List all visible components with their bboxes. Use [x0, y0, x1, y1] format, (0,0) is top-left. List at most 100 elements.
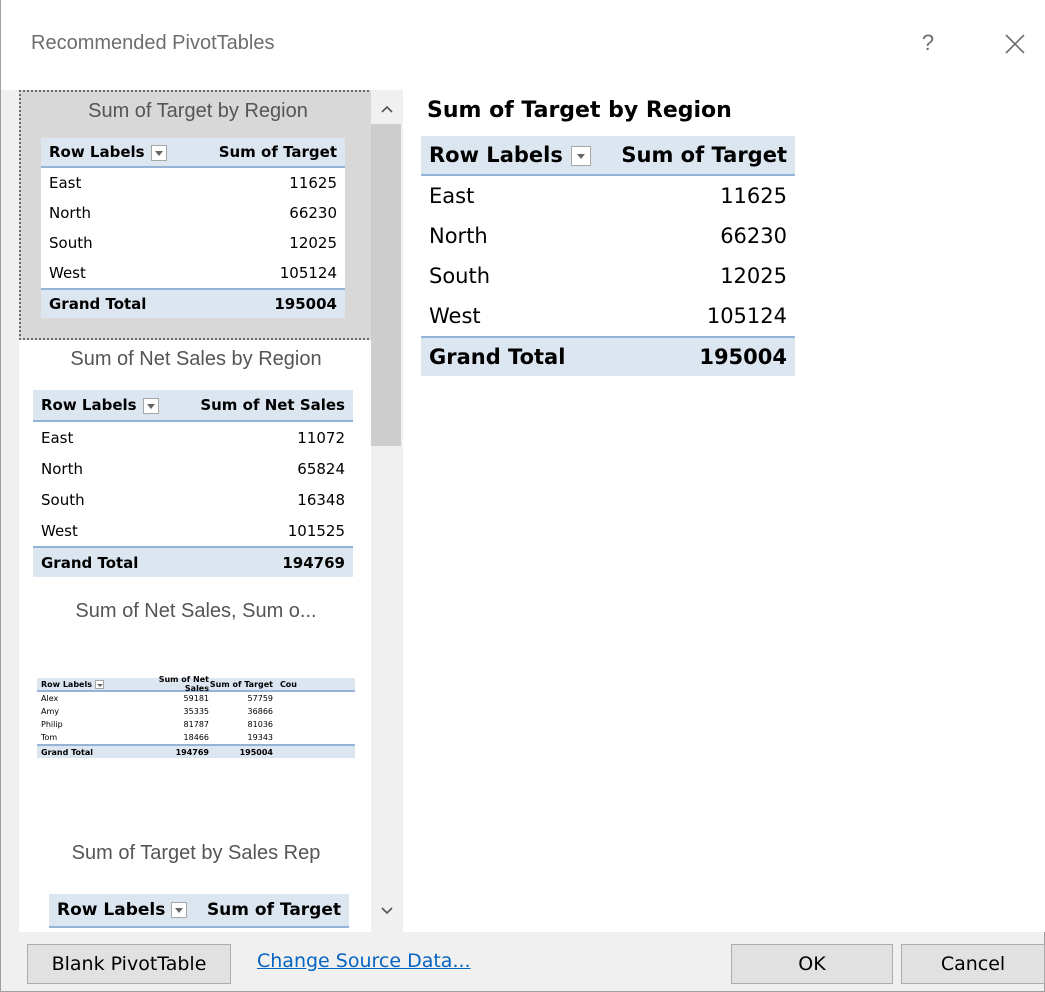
header-value: Cou	[279, 679, 297, 689]
header-row-labels: Row Labels	[57, 900, 166, 920]
table-row: North 66230	[421, 216, 795, 256]
total-label: Grand Total	[41, 553, 139, 572]
total-value: 195004	[274, 295, 337, 313]
table-row: Amy 35335 36866	[37, 705, 355, 718]
row-value: 18466	[183, 733, 209, 742]
recommendation-card-target-by-sales-rep[interactable]: Sum of Target by Sales Rep Row Labels Su…	[19, 834, 373, 932]
row-label: Amy	[41, 707, 59, 716]
card-title: Sum of Net Sales by Region	[70, 348, 322, 370]
card-preview-table: Row Labels Sum of Target	[49, 894, 349, 928]
row-label: South	[429, 264, 491, 288]
row-value: 19343	[247, 733, 273, 742]
row-value: 59181	[183, 694, 209, 703]
row-value: 11625	[720, 184, 787, 208]
row-value: 81036	[247, 720, 273, 729]
table-row: Tom 18466 19343	[37, 731, 355, 744]
row-label: North	[49, 204, 91, 222]
change-source-data-link[interactable]: Change Source Data...	[257, 950, 471, 972]
total-label: Grand Total	[49, 295, 147, 313]
row-label: West	[429, 304, 481, 328]
table-row: Philip 81787 81036	[37, 718, 355, 731]
header-value: Sum of Target	[621, 143, 787, 167]
table-header: Row Labels Sum of Target	[421, 136, 795, 176]
card-preview-table: Row Labels Sum of Net Sales Sum of Targe…	[37, 675, 355, 758]
dialog-title: Recommended PivotTables	[31, 32, 275, 54]
dropdown-arrow-icon	[171, 902, 188, 918]
table-header: Row Labels Sum of Target	[49, 894, 349, 928]
table-row: Alex 59181 57759	[37, 692, 355, 705]
row-label: Tom	[41, 733, 58, 742]
total-value: 194769	[282, 553, 345, 572]
row-value: 65824	[297, 459, 345, 478]
table-row: North 66230	[41, 198, 345, 228]
chevron-up-icon	[381, 105, 393, 113]
table-row: East 11625	[421, 176, 795, 216]
preview-title: Sum of Target by Region	[427, 98, 732, 123]
dropdown-arrow-icon	[150, 144, 167, 161]
scroll-thumb[interactable]	[371, 124, 401, 446]
recommendation-card-target-by-region[interactable]: Sum of Target by Region Row Labels Sum o…	[19, 90, 373, 340]
scroll-down-button[interactable]	[371, 898, 403, 926]
table-row: East 11625	[41, 168, 345, 198]
row-value: 101525	[287, 521, 345, 540]
table-row: East 11072	[33, 422, 353, 453]
card-preview-table: Row Labels Sum of Net Sales East 11072 No…	[33, 390, 353, 577]
chevron-down-icon	[381, 907, 393, 915]
header-row-labels: Row Labels	[49, 143, 145, 161]
row-label: East	[49, 174, 82, 192]
recommendation-card-net-sales-by-region[interactable]: Sum of Net Sales by Region Row Labels Su…	[19, 342, 373, 582]
blank-pivottable-button[interactable]: Blank PivotTable	[27, 944, 231, 984]
table-header: Row Labels Sum of Net Sales	[33, 390, 353, 422]
grand-total-row: Grand Total 195004	[41, 288, 345, 318]
recommendation-card-net-sales-and-target[interactable]: Sum of Net Sales, Sum o... Row Labels Su…	[19, 586, 373, 826]
preview-pane: Sum of Target by Region Row Labels Sum o…	[403, 90, 1045, 932]
row-label: West	[41, 521, 78, 540]
preview-pivot-table: Row Labels Sum of Target East 11625 North…	[421, 136, 795, 376]
grand-total-row: Grand Total 195004	[421, 336, 795, 376]
close-button[interactable]	[995, 26, 1035, 62]
table-row: South 12025	[41, 228, 345, 258]
header-value: Sum of Target	[218, 143, 337, 161]
total-value: 195004	[699, 345, 787, 369]
row-value: 36866	[247, 707, 273, 716]
header-value: Sum of Net Sales	[200, 396, 345, 414]
grand-total-row: Grand Total 194769	[33, 546, 353, 577]
header-value: Sum of Net Sales	[158, 675, 209, 693]
dropdown-arrow-icon	[142, 397, 159, 414]
title-bar: Recommended PivotTables ?	[1, 0, 1045, 90]
total-value: 194769	[175, 747, 209, 757]
header-row-labels: Row Labels	[41, 679, 92, 689]
cancel-button[interactable]: Cancel	[901, 944, 1045, 984]
row-label: West	[49, 264, 86, 282]
card-title: Sum of Net Sales, Sum o...	[75, 600, 317, 622]
table-row: South 12025	[421, 256, 795, 296]
row-value: 66230	[720, 224, 787, 248]
recommendation-gallery: Sum of Target by Region Row Labels Sum o…	[19, 90, 373, 932]
row-value: 105124	[706, 304, 787, 328]
row-value: 81787	[183, 720, 209, 729]
help-button[interactable]: ?	[913, 28, 943, 58]
table-row: South 16348	[33, 484, 353, 515]
table-header: Row Labels Sum of Target	[41, 138, 345, 168]
row-label: North	[41, 459, 83, 478]
table-header: Row Labels Sum of Net Sales Sum of Targe…	[37, 675, 355, 693]
row-label: Alex	[41, 694, 59, 703]
row-label: East	[41, 428, 74, 447]
scroll-up-button[interactable]	[371, 96, 403, 124]
header-value: Sum of Target	[206, 900, 341, 920]
card-title: Sum of Target by Sales Rep	[71, 842, 321, 864]
table-row: West 105124	[41, 258, 345, 288]
dropdown-arrow-icon	[94, 679, 104, 689]
ok-button[interactable]: OK	[731, 944, 893, 984]
row-label: South	[49, 234, 93, 252]
gallery-scrollbar[interactable]	[371, 90, 403, 932]
header-row-labels: Row Labels	[41, 396, 137, 414]
row-value: 11625	[289, 174, 337, 192]
table-row: West 105124	[421, 296, 795, 336]
grand-total-row: Grand Total 194769 195004	[37, 744, 355, 758]
total-value: 195004	[239, 747, 273, 757]
row-label: South	[41, 490, 85, 509]
close-icon	[1005, 34, 1025, 54]
header-value: Sum of Target	[209, 679, 273, 689]
row-label: East	[429, 184, 475, 208]
